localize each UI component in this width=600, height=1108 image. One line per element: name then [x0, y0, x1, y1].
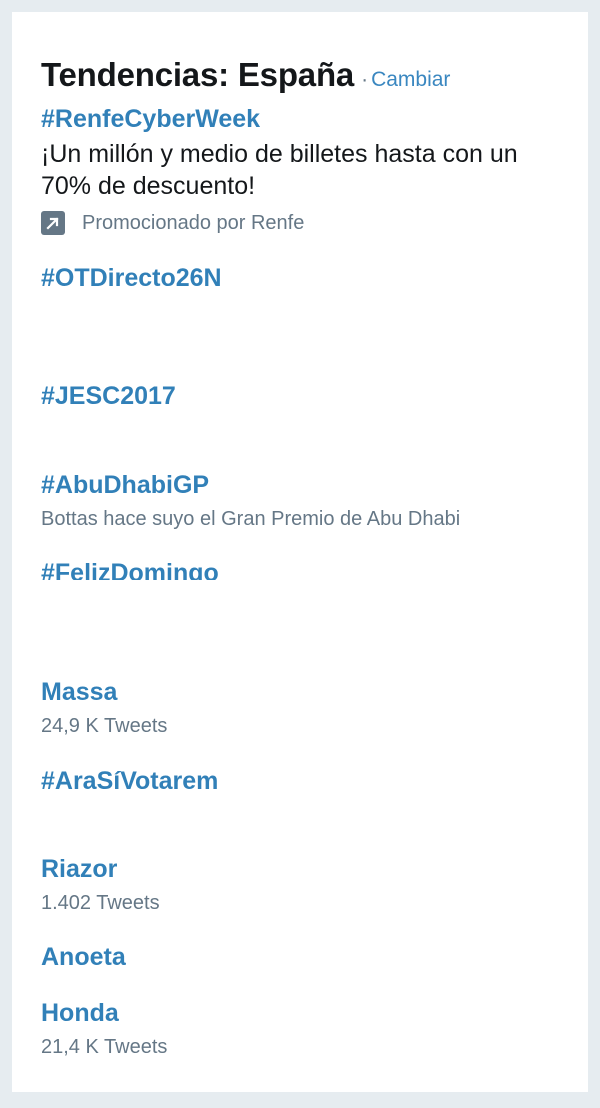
- tweet-count: 1.402 Tweets: [41, 892, 160, 914]
- trend-name[interactable]: #AraSíVotarem: [41, 766, 571, 796]
- trend-item[interactable]: #OTDirecto26N: [41, 263, 571, 293]
- promoted-arrow-icon: [41, 211, 65, 235]
- promoted-label: Promocionado por Renfe: [82, 212, 305, 234]
- trend-item[interactable]: #AbuDhabiGP Bottas hace suyo el Gran Pre…: [41, 470, 571, 532]
- tweet-count: 24,9 K Tweets: [41, 715, 168, 737]
- promoted-line: Promocionado por Renfe: [41, 210, 571, 236]
- trend-context: Bottas hace suyo el Gran Premio de Abu D…: [41, 508, 461, 530]
- trend-name[interactable]: Riazor: [41, 854, 571, 884]
- trend-item[interactable]: #AraSíVotarem: [41, 766, 571, 796]
- trend-name[interactable]: #JESC2017: [41, 381, 571, 411]
- trend-name[interactable]: #AbuDhabiGP: [41, 470, 571, 500]
- trend-description: ¡Un millón y medio de billetes hasta con…: [41, 140, 518, 200]
- trends-title: Tendencias: España: [41, 56, 355, 93]
- trend-name[interactable]: Honda: [41, 998, 571, 1028]
- tweet-count: 21,4 K Tweets: [41, 1036, 168, 1058]
- trend-item[interactable]: Massa 24,9 K Tweets: [41, 677, 571, 739]
- separator-dot: ·: [361, 68, 369, 91]
- change-location-link[interactable]: Cambiar: [371, 68, 450, 91]
- trend-item[interactable]: #FelizDomingo: [41, 558, 571, 580]
- trends-card: Tendencias: España · Cambiar #RenfeCyberWe…: [12, 12, 588, 1092]
- trend-name[interactable]: #RenfeCyberWeek: [41, 104, 571, 134]
- trend-item[interactable]: Anoeta: [41, 942, 571, 972]
- trend-item[interactable]: Honda 21,4 K Tweets: [41, 998, 571, 1060]
- trend-name[interactable]: #OTDirecto26N: [41, 263, 571, 293]
- trend-item[interactable]: #RenfeCyberWeek ¡Un millón y medio de bi…: [41, 104, 571, 236]
- trends-header: Tendencias: España · Cambiar: [41, 56, 450, 94]
- trend-item[interactable]: #JESC2017: [41, 381, 571, 411]
- trend-name[interactable]: Anoeta: [41, 942, 571, 972]
- trend-name[interactable]: #FelizDomingo: [41, 558, 571, 580]
- trend-name[interactable]: Massa: [41, 677, 571, 707]
- trend-item[interactable]: Riazor 1.402 Tweets: [41, 854, 571, 916]
